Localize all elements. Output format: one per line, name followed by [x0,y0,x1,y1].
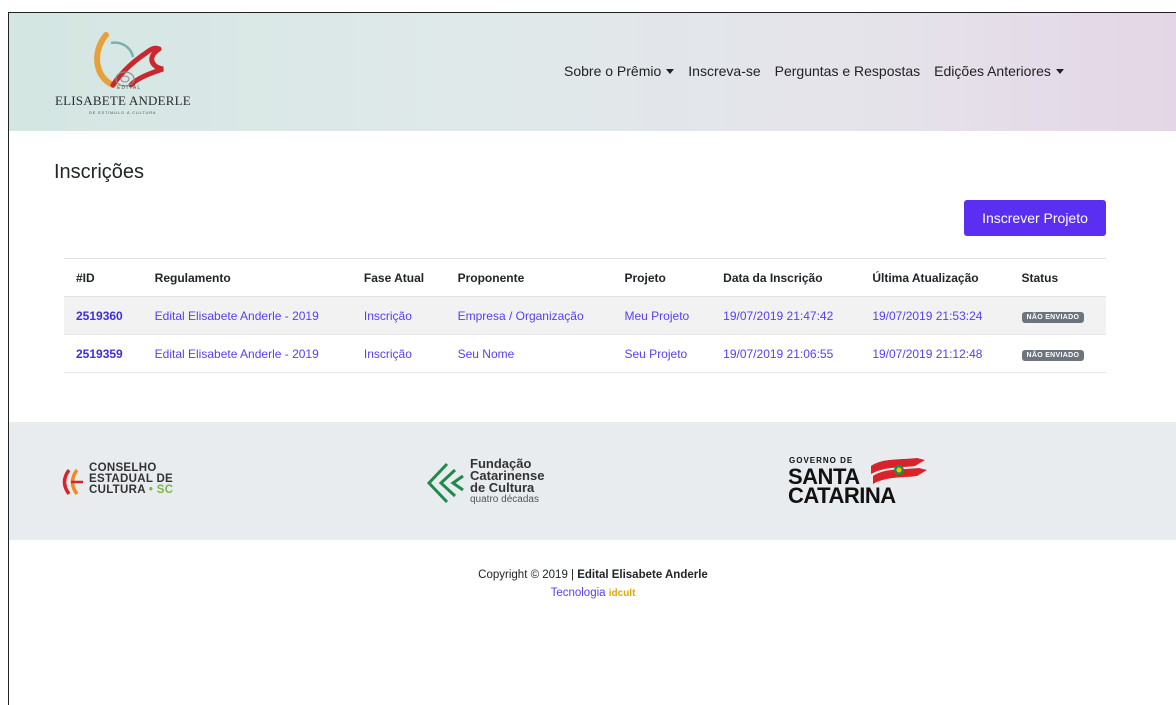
nav-label: Sobre o Prêmio [564,63,662,79]
tech-label: Tecnologia [550,587,606,599]
cell-projeto-link[interactable]: Meu Projeto [612,296,712,335]
cell-projeto-link[interactable]: Seu Projeto [612,334,712,373]
fcc-logo-text: Fundação Catarinense de Cultura quatro d… [470,457,544,506]
col-header: #ID [64,258,143,297]
col-header: Regulamento [142,258,352,297]
table-row[interactable]: 2519360 Edital Elisabete Anderle - 2019 … [64,296,1106,335]
cell-proponente-link[interactable]: Empresa / Organização [445,296,613,335]
cell-id-link[interactable]: 2519360 [64,296,143,335]
nav-inscreva-se[interactable]: Inscreva-se [688,63,760,79]
cesc-line: CULTURA [89,484,146,496]
table-header-row: #ID Regulamento Fase Atual Proponente Pr… [64,258,1106,297]
cell-fase-link[interactable]: Inscrição [351,334,446,373]
fcc-line: de Cultura [470,480,535,495]
status-badge: NÃO ENVIADO [1021,312,1085,323]
navbar: EDITAL ELISABETE ANDERLE DE ESTÍMULO À C… [9,13,1176,131]
cell-proponente-link[interactable]: Seu Nome [445,334,613,373]
cesc-logo-text: CONSELHO ESTADUAL DE CULTURA • SC [89,462,174,496]
col-header: Última Atualização [860,258,1010,297]
page-title: Inscrições [54,161,145,183]
status-badge: NÃO ENVIADO [1021,350,1085,361]
cell-data-link[interactable]: 19/07/2019 21:06:55 [711,334,861,373]
cell-regulamento-link[interactable]: Edital Elisabete Anderle - 2019 [142,296,352,335]
nav-label: Inscreva-se [688,63,761,79]
tech-credit-link[interactable]: Tecnologia idcult [9,587,1176,599]
fcc-logo-icon [426,462,464,504]
col-header: Data da Inscrição [711,258,861,297]
col-header: Projeto [612,258,712,297]
fcc-tagline: quatro décadas [470,494,539,505]
copyright-text: Copyright © 2019 | Edital Elisabete Ande… [9,569,1176,581]
col-header: Fase Atual [351,258,446,297]
nav-sobre-premio[interactable]: Sobre o Prêmio [564,63,675,79]
col-header: Proponente [445,258,613,297]
gov-line: CATARINA [788,483,896,508]
cell-id-link[interactable]: 2519359 [64,334,143,373]
nav-label: Perguntas e Respostas [774,63,921,79]
partners-footer: CONSELHO ESTADUAL DE CULTURA • SC Fundaç… [9,422,1176,540]
cell-atualizacao-link[interactable]: 19/07/2019 21:53:24 [860,296,1010,335]
logo-subtitle: DE ESTÍMULO À CULTURA [89,110,157,115]
col-header: Status [1009,258,1106,297]
copyright-prefix: Copyright © 2019 | [478,569,578,581]
sc-flag-icon [871,458,927,484]
cesc-sc: SC [156,484,174,496]
nav-label: Edições Anteriores [934,63,1051,79]
nav-perguntas-respostas[interactable]: Perguntas e Respostas [775,63,921,79]
cesc-logo-icon [62,468,83,496]
copyright-brand: Edital Elisabete Anderle [577,569,708,581]
cell-data-link[interactable]: 19/07/2019 21:47:42 [711,296,861,335]
table-row[interactable]: 2519359 Edital Elisabete Anderle - 2019 … [64,334,1106,373]
logo-small-text: EDITAL [117,85,142,91]
caret-down-icon [1055,69,1064,74]
cell-status: NÃO ENVIADO [1009,296,1106,335]
inscrever-projeto-button[interactable]: Inscrever Projeto [964,200,1106,236]
cell-status: NÃO ENVIADO [1009,334,1106,373]
cell-fase-link[interactable]: Inscrição [351,296,446,335]
cell-regulamento-link[interactable]: Edital Elisabete Anderle - 2019 [142,334,352,373]
main-nav: Sobre o Prêmio Inscreva-se Perguntas e R… [564,63,1078,79]
cell-atualizacao-link[interactable]: 19/07/2019 21:12:48 [860,334,1010,373]
idcult-logo: idcult [608,588,636,599]
browser-viewport: EDITAL ELISABETE ANDERLE DE ESTÍMULO À C… [8,12,1176,705]
inscricoes-table: #ID Regulamento Fase Atual Proponente Pr… [64,258,1106,373]
logo-text: ELISABETE ANDERLE [55,93,191,108]
caret-down-icon [666,69,675,74]
nav-edicoes-anteriores[interactable]: Edições Anteriores [934,63,1064,79]
